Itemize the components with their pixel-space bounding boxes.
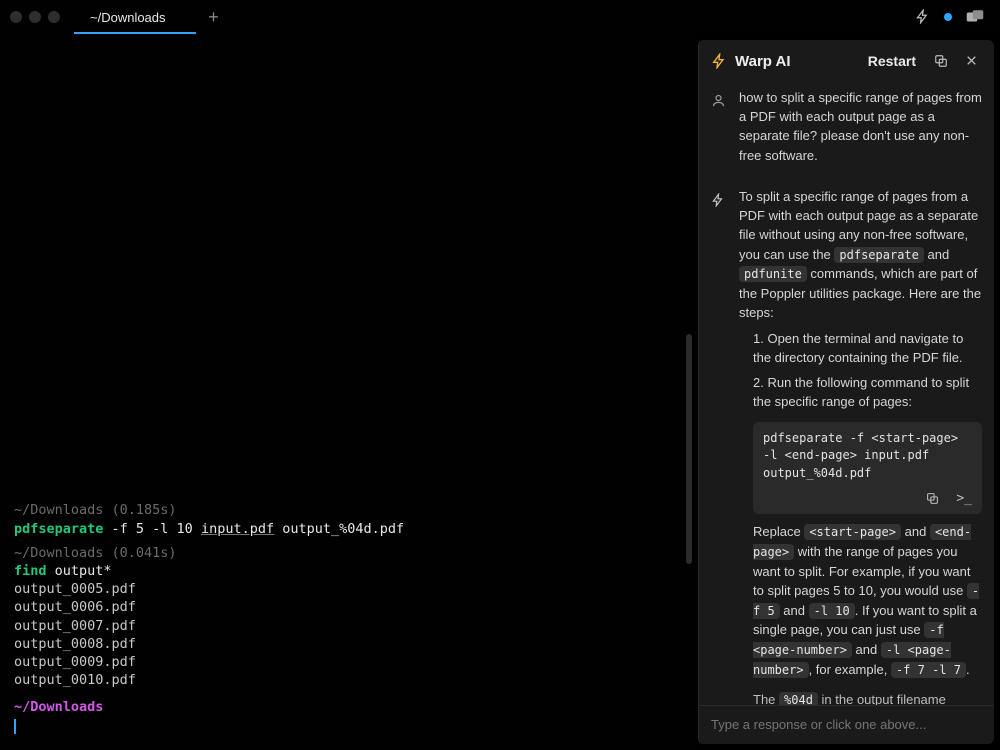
bolt-icon[interactable] [915,8,930,26]
output-line: output_0010.pdf [14,671,684,689]
user-text: how to split a specific range of pages f… [739,88,982,165]
block-header: ~/Downloads (0.041s) [14,544,684,562]
code-inline: pdfseparate [834,247,923,263]
output-line: output_0009.pdf [14,653,684,671]
output-line: output_0007.pdf [14,617,684,635]
ai-input[interactable] [711,717,982,732]
output-line: output_0008.pdf [14,635,684,653]
traffic-minimize-icon[interactable] [29,11,41,23]
assistant-icon [711,187,729,705]
prompt[interactable]: ~/Downloads [14,698,684,736]
block-header: ~/Downloads (0.185s) [14,501,684,519]
restart-button[interactable]: Restart [868,53,916,69]
assistant-message: To split a specific range of pages from … [711,179,982,705]
assistant-paragraph: Replace <start-page> and <end-page> with… [739,522,982,679]
terminal-pane[interactable]: ~/Downloads (0.185s) pdfseparate -f 5 -l… [0,34,698,750]
copy-icon[interactable] [930,52,952,70]
user-message: how to split a specific range of pages f… [711,80,982,179]
new-tab-button[interactable]: + [200,7,228,28]
prompt-path: ~/Downloads [14,699,103,715]
code-inline: pdfunite [739,266,807,282]
command-line: pdfseparate -f 5 -l 10 input.pdf output_… [14,520,684,538]
tab-downloads[interactable]: ~/Downloads [74,0,196,34]
status-dot-icon [944,13,952,21]
titlebar: ~/Downloads + [0,0,1000,34]
close-icon[interactable] [960,52,982,70]
output-line: output_0006.pdf [14,598,684,616]
window-controls[interactable] [10,11,60,23]
ai-panel: Warp AI Restart how to split a specific … [698,40,994,744]
user-icon [711,88,729,165]
step-2: 2. Run the following command to split th… [753,373,982,411]
code-block: pdfseparate -f <start-page> -l <end-page… [753,422,982,514]
traffic-close-icon[interactable] [10,11,22,23]
code-content: pdfseparate -f <start-page> -l <end-page… [763,430,972,483]
assistant-trailing: The %04d in the output filename [739,690,982,705]
copy-code-icon[interactable] [926,491,939,506]
traffic-zoom-icon[interactable] [48,11,60,23]
terminal-block: ~/Downloads (0.041s) find output* output… [14,544,684,690]
ai-input-bar [699,705,994,744]
ai-title: Warp AI [735,53,860,70]
terminal-block: ~/Downloads (0.185s) pdfseparate -f 5 -l… [14,501,684,537]
command-line: find output* [14,562,684,580]
run-code-icon[interactable]: >_ [956,491,972,506]
tab-title: ~/Downloads [90,10,166,25]
panels-icon[interactable] [966,8,984,26]
cursor-icon [14,719,16,734]
ai-header: Warp AI Restart [699,40,994,80]
bolt-icon [711,52,727,70]
output-line: output_0005.pdf [14,580,684,598]
ai-conversation: how to split a specific range of pages f… [699,80,994,705]
step-1: 1. Open the terminal and navigate to the… [753,329,982,367]
